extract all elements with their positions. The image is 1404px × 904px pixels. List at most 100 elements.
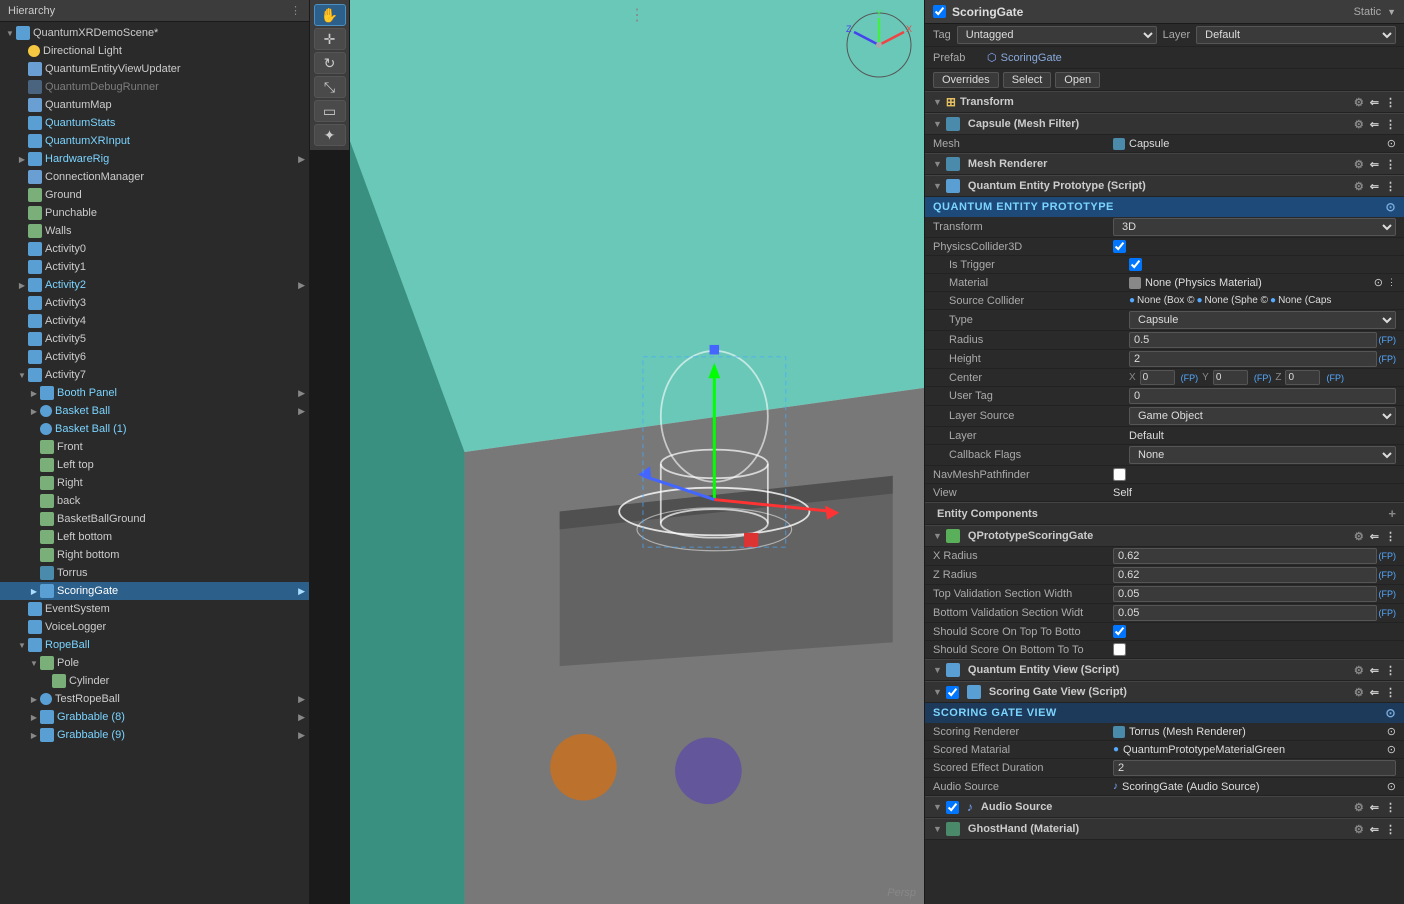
hierarchy-item-act7[interactable]: ▼ Activity7 [0, 366, 309, 384]
scene-dots-menu[interactable]: ⋮ [629, 5, 645, 25]
transform-section[interactable]: ▼ ⊞ Transform ⚙ ⇐ ⋮ [925, 91, 1404, 113]
ghost-hand-overflow-icon[interactable]: ⋮ [1385, 823, 1396, 836]
entity-view-gear-icon[interactable]: ⚙ [1354, 664, 1364, 677]
hierarchy-item-voicelogger[interactable]: VoiceLogger [0, 618, 309, 636]
transform-overflow-icon[interactable]: ⋮ [1385, 96, 1396, 109]
qp-type-dropdown[interactable]: Capsule [1129, 311, 1396, 329]
hierarchy-item-debugrunner[interactable]: QuantumDebugRunner [0, 78, 309, 96]
quantum-prototype-section[interactable]: ▼ Quantum Entity Prototype (Script) ⚙ ⇐ … [925, 175, 1404, 197]
audio-source-gear-icon[interactable]: ⚙ [1354, 801, 1364, 814]
audio-source-section[interactable]: ▼ ♪ Audio Source ⚙ ⇐ ⋮ [925, 796, 1404, 818]
scored-duration-input[interactable] [1113, 760, 1396, 776]
hierarchy-menu-icon[interactable]: ⋮ [290, 4, 301, 17]
mesh-filter-lock-icon[interactable]: ⇐ [1370, 118, 1379, 131]
hierarchy-item-scoringgate[interactable]: ▶ ScoringGate ▶ [0, 582, 309, 600]
hierarchy-item-entityview[interactable]: QuantumEntityViewUpdater [0, 60, 309, 78]
ghost-hand-lock-icon[interactable]: ⇐ [1370, 823, 1379, 836]
xradius-input[interactable] [1113, 548, 1377, 564]
arrow-boothpanel[interactable]: ▶ [28, 387, 40, 399]
mesh-filter-section[interactable]: ▼ Capsule (Mesh Filter) ⚙ ⇐ ⋮ [925, 113, 1404, 135]
object-active-checkbox[interactable] [933, 5, 946, 18]
entity-view-section[interactable]: ▼ Quantum Entity View (Script) ⚙ ⇐ ⋮ [925, 659, 1404, 681]
move-tool-button[interactable]: ✛ [314, 28, 346, 50]
hierarchy-item-act3[interactable]: Activity3 [0, 294, 309, 312]
entity-view-lock-icon[interactable]: ⇐ [1370, 664, 1379, 677]
mesh-renderer-section[interactable]: ▼ Mesh Renderer ⚙ ⇐ ⋮ [925, 153, 1404, 175]
arrow-pole[interactable]: ▼ [28, 657, 40, 669]
mesh-filter-gear-icon[interactable]: ⚙ [1354, 118, 1364, 131]
mesh-renderer-lock-icon[interactable]: ⇐ [1370, 158, 1379, 171]
hierarchy-item-hardwarerig[interactable]: ▶ HardwareRig ▶ [0, 150, 309, 168]
hierarchy-item-act4[interactable]: Activity4 [0, 312, 309, 330]
qprototype-section[interactable]: ▼ QPrototypeScoringGate ⚙ ⇐ ⋮ [925, 525, 1404, 547]
scoring-gate-view-gear-icon[interactable]: ⚙ [1354, 686, 1364, 699]
audio-source-checkbox[interactable] [946, 801, 959, 814]
mesh-target-icon[interactable]: ⊙ [1387, 137, 1396, 150]
qp-material-overflow[interactable]: ⋮ [1387, 277, 1396, 288]
rect-tool-button[interactable]: ▭ [314, 100, 346, 122]
score-bottom-checkbox[interactable] [1113, 643, 1126, 656]
qp-navmesh-checkbox[interactable] [1113, 468, 1126, 481]
transform-lock-icon[interactable]: ⇐ [1370, 96, 1379, 109]
qp-usertag-input[interactable] [1129, 388, 1396, 404]
arrow-act7[interactable]: ▼ [16, 369, 28, 381]
qprototype-lock-icon[interactable]: ⇐ [1370, 530, 1379, 543]
layer-dropdown[interactable]: Default [1196, 26, 1396, 44]
hierarchy-item-act2[interactable]: ▶ Activity2 ▶ [0, 276, 309, 294]
open-button[interactable]: Open [1055, 72, 1100, 88]
tag-dropdown[interactable]: Untagged [957, 26, 1157, 44]
hierarchy-item-ropeball[interactable]: ▼ RopeBall [0, 636, 309, 654]
scored-material-target[interactable]: ⊙ [1387, 743, 1396, 756]
qp-center-z-input[interactable] [1285, 370, 1320, 385]
hierarchy-item-pole[interactable]: ▼ Pole [0, 654, 309, 672]
object-name-field[interactable]: ScoringGate [952, 5, 1348, 19]
score-top-checkbox[interactable] [1113, 625, 1126, 638]
hierarchy-item-eventsystem[interactable]: EventSystem [0, 600, 309, 618]
hierarchy-item-basketball1[interactable]: Basket Ball (1) [0, 420, 309, 438]
bottom-val-input[interactable] [1113, 605, 1377, 621]
hierarchy-item-basketball[interactable]: ▶ Basket Ball ▶ [0, 402, 309, 420]
hierarchy-item-quantumxrinput[interactable]: QuantumXRInput [0, 132, 309, 150]
hierarchy-item-quantumstats[interactable]: QuantumStats [0, 114, 309, 132]
hierarchy-item-grabbable8[interactable]: ▶ Grabbable (8) ▶ [0, 708, 309, 726]
arrow-basketball[interactable]: ▶ [28, 405, 40, 417]
arrow-grabbable9[interactable]: ▶ [28, 729, 40, 741]
qp-center-y-input[interactable] [1213, 370, 1248, 385]
hierarchy-item-testropeball[interactable]: ▶ TestRopeBall ▶ [0, 690, 309, 708]
ghost-hand-gear-icon[interactable]: ⚙ [1354, 823, 1364, 836]
select-button[interactable]: Select [1003, 72, 1052, 88]
scoring-gate-view-overflow-icon[interactable]: ⋮ [1385, 686, 1396, 699]
qp-center-x-input[interactable] [1140, 370, 1175, 385]
scene-gizmo[interactable]: X Y Z [844, 10, 914, 80]
hierarchy-item-leftbottom[interactable]: Left bottom [0, 528, 309, 546]
entity-components-section[interactable]: Entity Components + [925, 502, 1404, 525]
scoring-gate-view-lock-icon[interactable]: ⇐ [1370, 686, 1379, 699]
quantum-proto-overflow-icon[interactable]: ⋮ [1385, 180, 1396, 193]
scoring-renderer-target[interactable]: ⊙ [1387, 725, 1396, 738]
entity-components-plus[interactable]: + [1388, 506, 1396, 521]
audio-source-target[interactable]: ⊙ [1387, 780, 1396, 793]
hierarchy-item-walls[interactable]: Walls [0, 222, 309, 240]
top-val-input[interactable] [1113, 586, 1377, 602]
hierarchy-item-ground[interactable]: Ground [0, 186, 309, 204]
hierarchy-item-quantummap[interactable]: QuantumMap [0, 96, 309, 114]
rotate-tool-button[interactable]: ↻ [314, 52, 346, 74]
hierarchy-item-front[interactable]: Front [0, 438, 309, 456]
audio-source-lock-icon[interactable]: ⇐ [1370, 801, 1379, 814]
arrow-scoringgate[interactable]: ▶ [28, 585, 40, 597]
mesh-filter-overflow-icon[interactable]: ⋮ [1385, 118, 1396, 131]
hierarchy-item-rightbottom[interactable]: Right bottom [0, 546, 309, 564]
scene-canvas[interactable]: ⋮ [350, 0, 924, 904]
hierarchy-item-act1[interactable]: Activity1 [0, 258, 309, 276]
hierarchy-item-bballground[interactable]: BasketBallGround [0, 510, 309, 528]
qp-layer-source-dropdown[interactable]: Game Object [1129, 407, 1396, 425]
scale-tool-button[interactable]: ⤡ [314, 76, 346, 98]
entity-view-overflow-icon[interactable]: ⋮ [1385, 664, 1396, 677]
audio-source-overflow-icon[interactable]: ⋮ [1385, 801, 1396, 814]
hand-tool-button[interactable]: ✋ [314, 4, 346, 26]
transform-gear-icon[interactable]: ⚙ [1354, 96, 1364, 109]
quantum-proto-gear-icon[interactable]: ⚙ [1354, 180, 1364, 193]
mesh-renderer-overflow-icon[interactable]: ⋮ [1385, 158, 1396, 171]
overrides-button[interactable]: Overrides [933, 72, 999, 88]
hierarchy-item-punchable[interactable]: Punchable [0, 204, 309, 222]
